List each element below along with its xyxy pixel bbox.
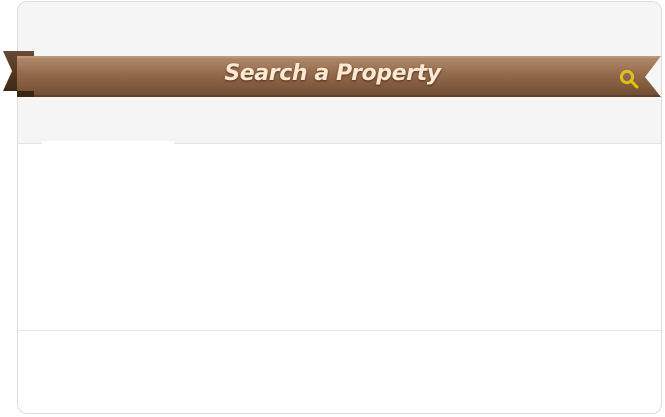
search-banner: Search a Property [0, 46, 665, 102]
banner-title: Search a Property [224, 61, 441, 86]
search-form-area [18, 144, 661, 331]
search-widget: Search a Property [0, 0, 665, 417]
panel-footer [18, 331, 661, 413]
search-icon[interactable] [617, 67, 641, 91]
